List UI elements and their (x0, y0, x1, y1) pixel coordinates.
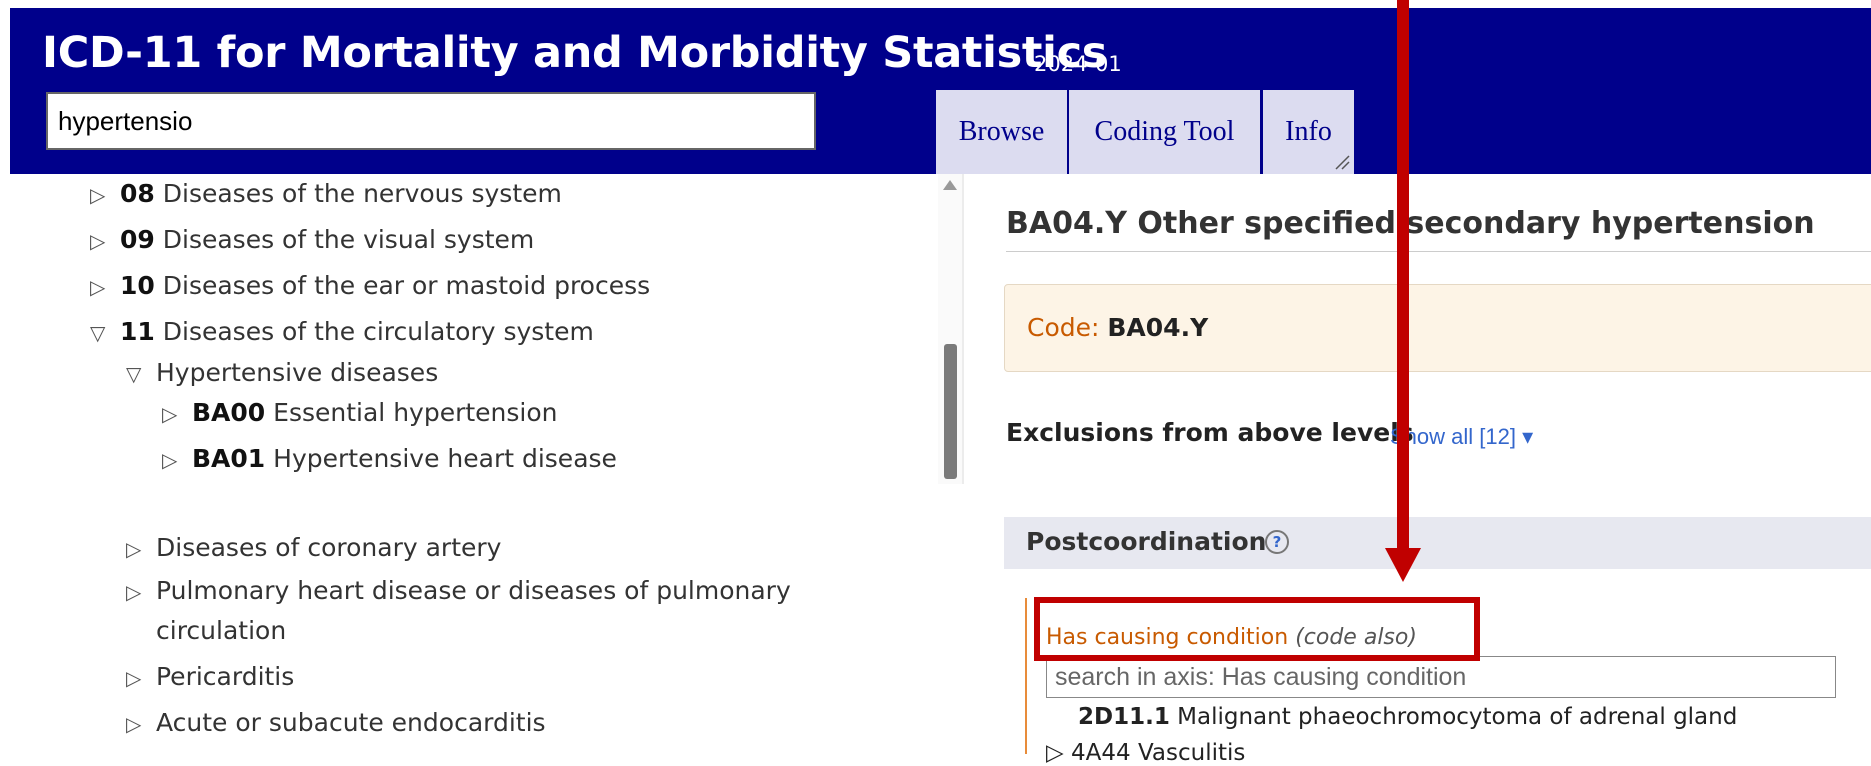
tree-item-label: Diseases of the circulatory system (162, 317, 594, 346)
tree-item-hypertensive-diseases[interactable]: ▽ Hypertensive diseases (126, 356, 438, 391)
tree-item-09[interactable]: ▷ 09 Diseases of the visual system (90, 223, 534, 258)
tree-item-label: circulation (156, 616, 287, 645)
code-box: Code: BA04.Y (1004, 284, 1871, 372)
tree-item-endocarditis[interactable]: ▷ Acute or subacute endocarditis (126, 706, 546, 741)
expand-triangle-icon[interactable]: ▷ (126, 707, 156, 741)
tree-item-label: Hypertensive diseases (156, 358, 439, 387)
tree-item-coronary-artery[interactable]: ▷ Diseases of coronary artery (126, 531, 501, 566)
expand-triangle-icon[interactable]: ▷ (90, 270, 120, 304)
exclusions-label: Exclusions from above levels (1006, 418, 1414, 447)
tree-item-pericarditis[interactable]: ▷ Pericarditis (126, 660, 294, 695)
tree-item-pulmonary-heart-cont: circulation (156, 614, 286, 648)
expand-triangle-icon[interactable]: ▷ (162, 443, 192, 477)
annotation-arrow-head (1385, 548, 1421, 582)
scroll-thumb[interactable] (944, 344, 957, 479)
app-version: 2024-01 (1034, 52, 1122, 76)
tree-item-code: BA01 (192, 444, 266, 473)
collapse-triangle-icon[interactable]: ▽ (126, 357, 156, 391)
collapse-triangle-icon[interactable]: ▽ (90, 316, 120, 350)
expand-triangle-icon[interactable]: ▷ (90, 224, 120, 258)
expand-triangle-icon[interactable]: ▷ (126, 661, 156, 695)
tree-item-label: Essential hypertension (273, 398, 558, 427)
tree-item-label: Diseases of the ear or mastoid process (162, 271, 651, 300)
axis-result-item[interactable]: ▷ 4A44 Vasculitis (1046, 740, 1245, 766)
expand-triangle-icon[interactable]: ▷ (162, 397, 192, 431)
scroll-up-arrow-icon[interactable] (943, 180, 957, 190)
tree-item-code: 09 (120, 225, 155, 254)
tree-item-code: 11 (120, 317, 155, 346)
code-label-text: Code: (1027, 313, 1108, 342)
tree-item-label: Pulmonary heart disease or diseases of p… (156, 576, 791, 605)
axis-search-input[interactable] (1046, 656, 1836, 698)
axis-result-item[interactable]: 2D11.1 Malignant phaeochromocytoma of ad… (1078, 704, 1737, 730)
tree-item-ba00[interactable]: ▷ BA00 Essential hypertension (162, 396, 558, 431)
tab-coding-tool[interactable]: Coding Tool (1069, 90, 1260, 174)
show-all-exclusions-link[interactable]: Show all [12] ▾ (1390, 424, 1533, 450)
tree-item-code: BA00 (192, 398, 266, 427)
tree-item-label: Diseases of coronary artery (156, 533, 502, 562)
expand-triangle-icon[interactable]: ▷ (90, 178, 120, 212)
tree-item-pulmonary-heart[interactable]: ▷ Pulmonary heart disease or diseases of … (126, 574, 791, 609)
annotation-highlight-box (1034, 597, 1480, 661)
app-title: ICD-11 for Mortality and Morbidity Stati… (42, 28, 1108, 78)
tab-info-label: Info (1285, 116, 1332, 147)
annotation-arrow (1397, 0, 1409, 550)
tree-item-10[interactable]: ▷ 10 Diseases of the ear or mastoid proce… (90, 269, 650, 304)
classification-tree: ▷ 08 Diseases of the nervous system ▷ 09 D… (0, 174, 940, 754)
tree-item-ba01[interactable]: ▷ BA01 Hypertensive heart disease (162, 442, 617, 477)
axis-result-code: 2D11.1 (1078, 704, 1170, 730)
search-input[interactable] (46, 92, 816, 150)
tree-item-label: Acute or subacute endocarditis (156, 708, 546, 737)
postcoordination-label: Postcoordination (1026, 527, 1267, 556)
resize-handle-icon[interactable] (1332, 152, 1350, 170)
code-value: BA04.Y (1107, 313, 1209, 342)
code-label: Code: BA04.Y (1027, 313, 1208, 342)
tree-item-code: 08 (120, 179, 155, 208)
tree-item-code: 10 (120, 271, 155, 300)
tree-item-08[interactable]: ▷ 08 Diseases of the nervous system (90, 177, 562, 212)
tree-scrollbar[interactable] (938, 174, 962, 484)
expand-triangle-icon[interactable]: ▷ (126, 532, 156, 566)
axis-result-label: Malignant phaeochromocytoma of adrenal g… (1177, 704, 1738, 730)
postcoordination-header: Postcoordination ? (1004, 517, 1871, 569)
pane-divider[interactable] (962, 174, 964, 484)
tree-item-label: Hypertensive heart disease (273, 444, 617, 473)
tree-item-label: Diseases of the nervous system (162, 179, 562, 208)
tree-item-label: Diseases of the visual system (162, 225, 535, 254)
tab-info[interactable]: Info (1263, 90, 1354, 174)
entity-title: BA04.Y Other specified secondary hyperte… (1006, 206, 1815, 241)
axis-left-border (1025, 598, 1027, 754)
tree-item-11[interactable]: ▽ 11 Diseases of the circulatory system (90, 315, 594, 350)
tab-browse[interactable]: Browse (936, 90, 1067, 174)
expand-triangle-icon[interactable]: ▷ (126, 575, 156, 609)
help-icon[interactable]: ? (1265, 530, 1289, 554)
title-divider (1006, 251, 1871, 252)
tree-item-label: Pericarditis (156, 662, 295, 691)
